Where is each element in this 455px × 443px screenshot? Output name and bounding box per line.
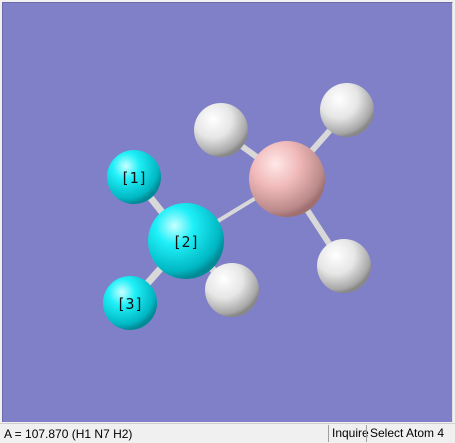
atom-label-2: [2] [172, 233, 199, 251]
action-prompt: Select Atom 4 [366, 425, 455, 442]
atom-h-nbottom[interactable] [205, 263, 259, 317]
atom-h-bottom[interactable] [317, 239, 371, 293]
molecule-svg[interactable]: [1] [2] [3] [3, 3, 453, 422]
atom-h-topright[interactable] [320, 83, 374, 137]
atom-boron[interactable] [249, 141, 325, 217]
status-bar: A = 107.870 (H1 N7 H2) Inquire Select At… [0, 423, 455, 443]
molecule-canvas[interactable]: [1] [2] [3] [2, 2, 453, 422]
atom-h-topleft[interactable] [194, 103, 248, 157]
atom-label-3: [3] [116, 295, 143, 313]
measurement-readout: A = 107.870 (H1 N7 H2) [4, 427, 133, 441]
atom-label-1: [1] [120, 169, 147, 187]
mode-indicator: Inquire [328, 425, 369, 442]
molecule-viewer-window: [1] [2] [3] A = 107.870 (H1 N7 H2) Inqui… [0, 0, 455, 443]
